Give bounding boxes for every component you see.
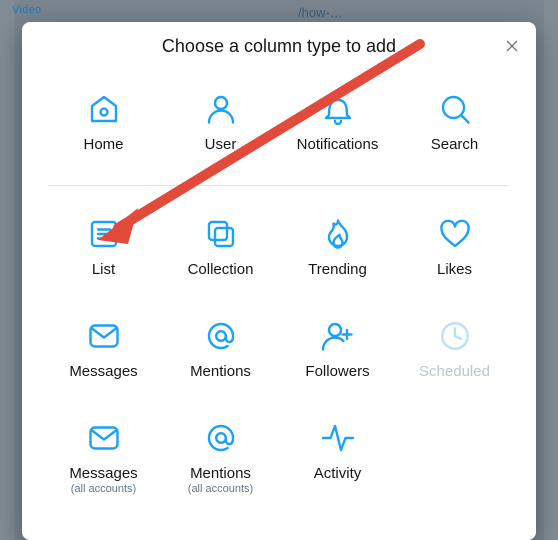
- heart-icon: [435, 214, 475, 254]
- tiles-bottom-grid: List Collection Trending Likes Messages: [22, 186, 536, 515]
- home-icon: [84, 89, 124, 129]
- close-button[interactable]: [502, 36, 522, 56]
- tile-subtitle: (all accounts): [71, 483, 136, 495]
- followers-icon: [318, 316, 358, 356]
- tile-mentions-all[interactable]: Mentions (all accounts): [167, 418, 274, 495]
- tile-label: Home: [83, 137, 123, 152]
- tile-scheduled: Scheduled: [401, 316, 508, 390]
- envelope-icon: [84, 316, 124, 356]
- tile-likes[interactable]: Likes: [401, 214, 508, 288]
- tile-list[interactable]: List: [50, 214, 157, 288]
- at-icon: [201, 418, 241, 458]
- tile-label: Messages: [69, 466, 137, 481]
- tile-label: Mentions: [190, 364, 251, 379]
- tile-label: Scheduled: [419, 364, 490, 379]
- tile-notifications[interactable]: Notifications: [284, 89, 391, 163]
- tile-label: Search: [431, 137, 479, 152]
- tile-label: Likes: [437, 262, 472, 277]
- at-icon: [201, 316, 241, 356]
- bg-how-text: /how-…: [298, 5, 343, 20]
- bell-icon: [318, 89, 358, 129]
- envelope-icon: [84, 418, 124, 458]
- tile-trending[interactable]: Trending: [284, 214, 391, 288]
- tile-label: Mentions: [190, 466, 251, 481]
- tile-followers[interactable]: Followers: [284, 316, 391, 390]
- activity-icon: [318, 418, 358, 458]
- collection-icon: [201, 214, 241, 254]
- tile-activity[interactable]: Activity: [284, 418, 391, 495]
- tile-messages[interactable]: Messages: [50, 316, 157, 390]
- tile-mentions[interactable]: Mentions: [167, 316, 274, 390]
- tile-subtitle: (all accounts): [188, 483, 253, 495]
- close-icon: [504, 38, 520, 54]
- search-icon: [435, 89, 475, 129]
- tiles-top-grid: Home User Notifications Search: [22, 67, 536, 185]
- tile-label: User: [205, 137, 237, 152]
- tile-home[interactable]: Home: [50, 89, 157, 163]
- tile-label: List: [92, 262, 115, 277]
- column-type-modal: Choose a column type to add Home User No…: [22, 22, 536, 540]
- list-icon: [84, 214, 124, 254]
- tile-user[interactable]: User: [167, 89, 274, 163]
- tile-messages-all[interactable]: Messages (all accounts): [50, 418, 157, 495]
- tile-label: Collection: [188, 262, 254, 277]
- tile-label: Followers: [305, 364, 369, 379]
- tile-label: Trending: [308, 262, 367, 277]
- user-icon: [201, 89, 241, 129]
- modal-title: Choose a column type to add: [62, 36, 496, 57]
- tile-label: Activity: [314, 466, 362, 481]
- clock-icon: [435, 316, 475, 356]
- tile-label: Notifications: [297, 137, 379, 152]
- modal-header: Choose a column type to add: [22, 22, 536, 67]
- tile-search[interactable]: Search: [401, 89, 508, 163]
- bg-video-label: Video: [12, 4, 41, 16]
- flame-icon: [318, 214, 358, 254]
- tile-collection[interactable]: Collection: [167, 214, 274, 288]
- tile-label: Messages: [69, 364, 137, 379]
